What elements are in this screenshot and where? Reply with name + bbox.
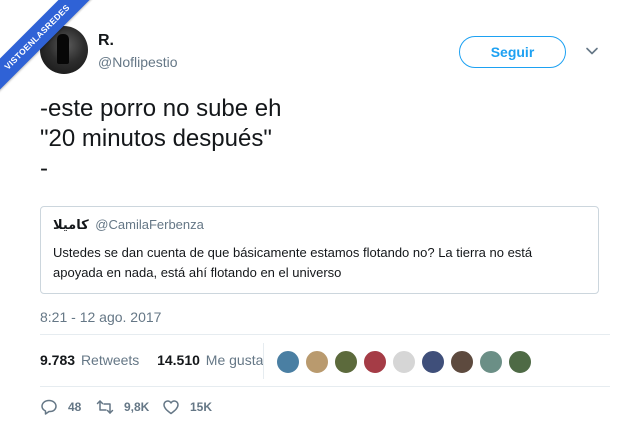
liker-avatar-2[interactable] — [305, 350, 329, 374]
liker-avatar-1[interactable] — [276, 350, 300, 374]
tweet-stats: 9.783 Retweets 14.510 Me gusta — [40, 352, 263, 368]
chevron-down-icon[interactable] — [585, 44, 599, 58]
retweet-button[interactable]: 9,8K — [96, 398, 149, 416]
like-count: 15K — [190, 400, 213, 414]
retweet-count: 9,8K — [124, 400, 150, 414]
likes-label[interactable]: Me gusta — [206, 352, 264, 368]
tweet-header: R. @Noflipestio Seguir — [40, 24, 610, 76]
retweet-icon — [96, 400, 114, 414]
like-button[interactable]: 15K — [162, 398, 212, 416]
reply-button[interactable]: 48 — [40, 398, 81, 416]
quoted-tweet[interactable]: كاميلا @CamilaFerbenza Ustedes se dan cu… — [40, 206, 599, 294]
liker-avatar-8[interactable] — [479, 350, 503, 374]
liker-avatar-6[interactable] — [421, 350, 445, 374]
divider-bottom — [40, 386, 610, 387]
reply-icon — [41, 399, 57, 415]
liker-avatar-9[interactable] — [508, 350, 532, 374]
follow-button[interactable]: Seguir — [459, 36, 566, 68]
quoted-tweet-text: Ustedes se dan cuenta de que básicamente… — [53, 245, 533, 280]
liker-avatar-3[interactable] — [334, 350, 358, 374]
liker-avatar-5[interactable] — [392, 350, 416, 374]
heart-icon — [163, 400, 179, 415]
retweets-label[interactable]: Retweets — [81, 352, 139, 368]
likes-count[interactable]: 14.510 — [157, 352, 200, 368]
author-handle[interactable]: @Noflipestio — [98, 54, 178, 70]
tweet-timestamp[interactable]: 8:21 - 12 ago. 2017 — [40, 309, 161, 325]
retweets-count[interactable]: 9.783 — [40, 352, 75, 368]
tweet-text: -este porro no sube eh "20 minutos despu… — [40, 95, 282, 182]
liker-avatar-4[interactable] — [363, 350, 387, 374]
reply-count: 48 — [68, 400, 82, 414]
divider-top — [40, 334, 610, 335]
quoted-tweet-header: كاميلا @CamilaFerbenza — [53, 217, 204, 233]
liker-avatar-7[interactable] — [450, 350, 474, 374]
author-name[interactable]: R. — [98, 32, 114, 50]
stats-separator — [263, 343, 264, 379]
quoted-author-handle: @CamilaFerbenza — [95, 217, 204, 232]
quoted-author-name: كاميلا — [53, 217, 89, 232]
